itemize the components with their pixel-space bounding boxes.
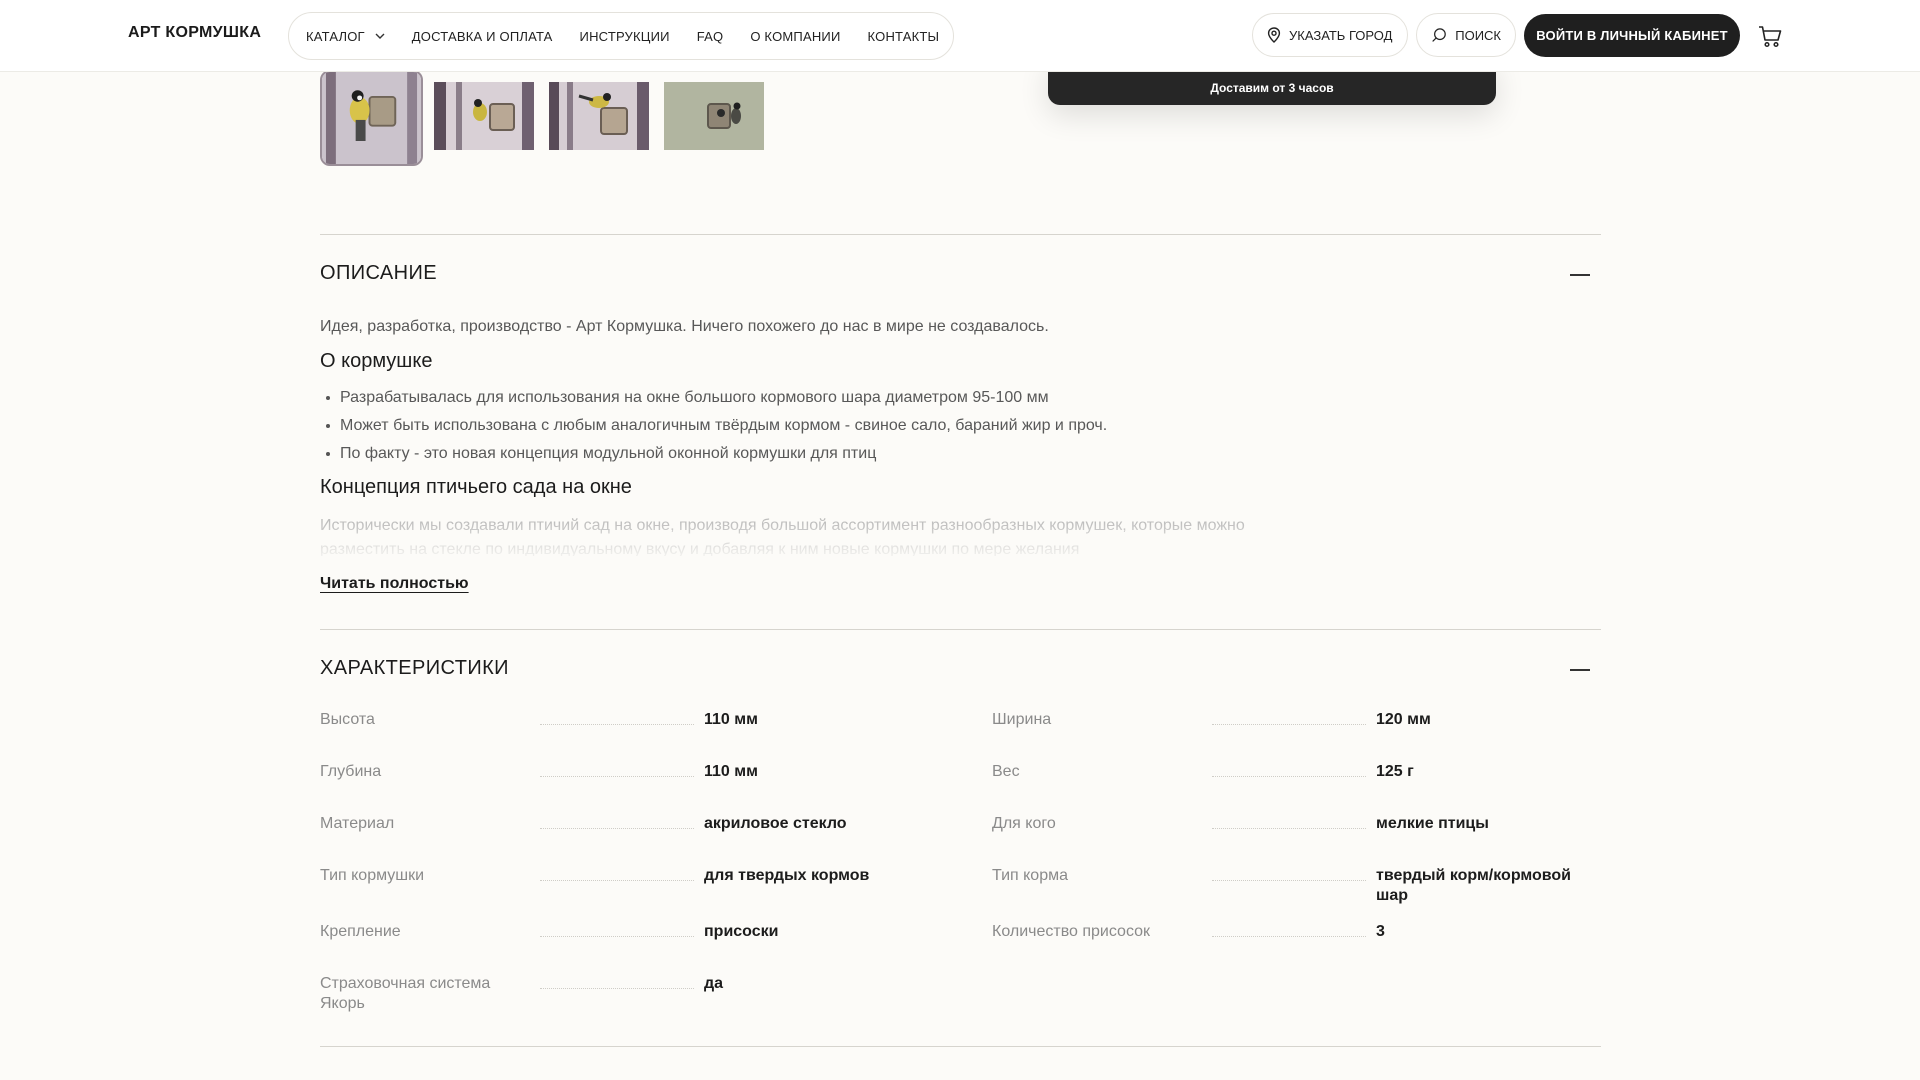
spec-dots <box>540 828 694 829</box>
bird-feeder-photo <box>664 82 764 150</box>
spec-value: мелкие птицы <box>1376 815 1489 832</box>
bird-feeder-photo <box>434 82 534 150</box>
spec-dots <box>540 988 694 989</box>
city-selector-label: УКАЗАТЬ ГОРОД <box>1289 27 1393 43</box>
nav-item-delivery[interactable]: ДОСТАВКА И ОПЛАТА <box>412 29 553 44</box>
site-logo[interactable]: АРТ КОРМУШКА <box>128 24 261 42</box>
main-nav: КАТАЛОГ ДОСТАВКА И ОПЛАТА ИНСТРУКЦИИ FAQ… <box>288 12 954 60</box>
feature-list: Разрабатывалась для использования на окн… <box>322 388 1107 472</box>
spec-value: 120 мм <box>1376 711 1431 728</box>
cart-icon[interactable] <box>1756 22 1784 50</box>
nav-item-contacts[interactable]: КОНТАКТЫ <box>868 29 940 44</box>
spec-dots <box>540 880 694 881</box>
read-more-link[interactable]: Читать полностью <box>320 575 469 593</box>
product-thumbnail[interactable] <box>664 82 764 150</box>
spec-label: Материал <box>320 815 395 832</box>
site-header: АРТ КОРМУШКА КАТАЛОГ ДОСТАВКА И ОПЛАТА И… <box>0 0 1920 72</box>
spec-value: акриловое стекло <box>704 815 847 832</box>
city-selector-button[interactable]: УКАЗАТЬ ГОРОД <box>1252 13 1408 57</box>
spec-label: Страховочная система Якорь <box>320 975 491 1012</box>
spec-dots <box>1212 828 1366 829</box>
bird-feeder-photo <box>549 82 649 150</box>
about-feeder-heading: О кормушке <box>320 350 433 372</box>
spec-dots <box>540 776 694 777</box>
section-divider <box>320 1046 1601 1047</box>
spec-dots <box>1212 724 1366 725</box>
spec-value: 110 мм <box>704 763 758 780</box>
spec-dots <box>540 724 694 725</box>
search-label: ПОИСК <box>1455 27 1501 43</box>
spec-dots <box>1212 776 1366 777</box>
product-thumbnail[interactable] <box>549 82 649 150</box>
spec-label: Количество присосок <box>992 923 1151 940</box>
collapse-icon[interactable] <box>1570 274 1590 276</box>
characteristics-section-title[interactable]: ХАРАКТЕРИСТИКИ <box>320 657 509 680</box>
spec-label: Вес <box>992 763 1020 780</box>
nav-item-catalog[interactable]: КАТАЛОГ <box>306 29 385 44</box>
spec-value: присоски <box>704 923 779 940</box>
concept-text-preview: Исторически мы создавали птичий сад на о… <box>320 517 1245 556</box>
list-item: Разрабатывалась для использования на окн… <box>322 388 1107 416</box>
spec-label: Ширина <box>992 711 1052 728</box>
search-button[interactable]: ПОИСК <box>1416 13 1516 57</box>
delivery-time-text: Доставим от 3 часов <box>1210 81 1334 95</box>
spec-value: для твердых кормов <box>704 867 870 884</box>
spec-label: Для кого <box>992 815 1056 832</box>
nav-item-about[interactable]: О КОМПАНИИ <box>750 29 840 44</box>
concept-heading: Концепция птичьего сада на окне <box>320 476 632 498</box>
nav-item-faq[interactable]: FAQ <box>697 29 724 44</box>
spec-value: да <box>704 975 724 992</box>
spec-label: Крепление <box>320 923 401 940</box>
spec-value: 125 г <box>1376 763 1414 780</box>
spec-value: 110 мм <box>704 711 758 728</box>
spec-value: 3 <box>1376 923 1385 940</box>
spec-dots <box>1212 880 1366 881</box>
section-divider <box>320 629 1601 630</box>
chevron-down-icon <box>375 33 385 39</box>
spec-value: твердый корм/кормовой шар <box>1376 867 1572 904</box>
spec-label: Тип кормушки <box>320 867 425 884</box>
list-item: По факту - это новая концепция модульной… <box>322 444 1107 472</box>
bird-feeder-photo <box>322 72 421 164</box>
collapse-icon[interactable] <box>1570 669 1590 671</box>
spec-label: Тип корма <box>992 867 1068 884</box>
nav-item-instructions[interactable]: ИНСТРУКЦИИ <box>580 29 670 44</box>
description-intro: Идея, разработка, производство - Арт Кор… <box>320 318 1049 335</box>
search-icon <box>1432 28 1446 42</box>
section-divider <box>320 234 1601 235</box>
list-item: Может быть использована с любым аналогич… <box>322 416 1107 444</box>
nav-item-label: КАТАЛОГ <box>306 28 365 44</box>
login-button[interactable]: ВОЙТИ В ЛИЧНЫЙ КАБИНЕТ <box>1524 14 1740 57</box>
product-thumbnail[interactable] <box>320 70 423 166</box>
spec-dots <box>1212 936 1366 937</box>
location-pin-icon <box>1267 27 1281 43</box>
spec-label: Высота <box>320 711 375 728</box>
spec-label: Глубина <box>320 763 382 780</box>
product-thumbnail[interactable] <box>434 82 534 150</box>
spec-dots <box>540 936 694 937</box>
description-section-title[interactable]: ОПИСАНИЕ <box>320 262 437 285</box>
